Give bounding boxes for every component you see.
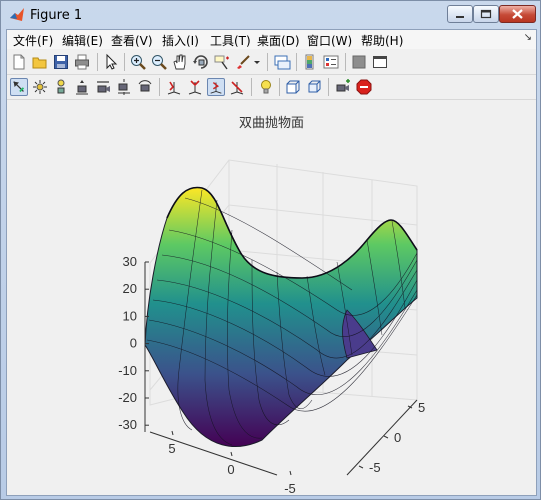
hyperbolic-paraboloid-surface	[144, 186, 418, 447]
orbit-camera-icon[interactable]	[31, 78, 49, 96]
menu-file[interactable]: 文件(F)	[13, 32, 53, 49]
open-file-icon[interactable]	[31, 53, 49, 71]
z-tick-label: -30	[118, 417, 137, 432]
figure-canvas[interactable]: 双曲抛物面 30 20 10 0 -10 -20 -30 5 0 -5 5 0 …	[7, 100, 536, 495]
brush-icon[interactable]	[234, 53, 252, 71]
pan-tilt-camera-icon[interactable]	[73, 78, 91, 96]
save-icon[interactable]	[52, 53, 70, 71]
matlab-logo-icon	[10, 8, 24, 21]
toolbar-separator	[345, 53, 346, 71]
insert-colorbar-icon[interactable]	[301, 53, 319, 71]
print-icon[interactable]	[73, 53, 91, 71]
orbit-scene-light-icon[interactable]	[52, 78, 70, 96]
toolbar-separator	[279, 78, 280, 96]
new-figure-icon[interactable]	[10, 53, 28, 71]
rotate-3d-icon[interactable]	[192, 53, 210, 71]
insert-legend-icon[interactable]	[322, 53, 340, 71]
minimize-button[interactable]	[447, 5, 473, 23]
show-plot-tools-icon[interactable]	[371, 53, 389, 71]
toolbar-separator	[267, 53, 268, 71]
z-axis: 30 20 10 0 -10 -20 -30	[118, 254, 149, 432]
no-principal-axis-icon[interactable]	[228, 78, 246, 96]
brush-dropdown-icon[interactable]	[252, 53, 262, 71]
menu-help[interactable]: 帮助(H)	[361, 32, 403, 49]
stop-camera-icon[interactable]	[355, 78, 373, 96]
toolbar-separator	[159, 78, 160, 96]
menu-window[interactable]: 窗口(W)	[307, 32, 352, 49]
x-principal-axis-icon[interactable]	[165, 78, 183, 96]
link-plot-icon[interactable]	[273, 53, 291, 71]
data-cursor-icon[interactable]	[213, 53, 231, 71]
x-tick-label: 5	[168, 441, 175, 456]
orthographic-projection-icon[interactable]	[284, 78, 302, 96]
figure-toolbar	[7, 50, 536, 75]
maximize-icon	[480, 9, 492, 19]
surface-axes[interactable]: 30 20 10 0 -10 -20 -30 5 0 -5 5 0 -5	[7, 100, 536, 495]
minimize-icon	[456, 16, 464, 18]
camera-toolbar	[7, 75, 536, 100]
toolbar-separator	[251, 78, 252, 96]
menu-view[interactable]: 查看(V)	[111, 32, 153, 49]
window-title: Figure 1	[30, 8, 83, 23]
y-axis: 5 0 -5	[346, 399, 425, 476]
close-button[interactable]	[499, 5, 536, 23]
reset-camera-icon[interactable]	[334, 78, 352, 96]
z-tick-label: 0	[130, 336, 137, 351]
perspective-projection-icon[interactable]	[305, 78, 323, 96]
tick-mark	[289, 470, 292, 476]
menu-bar: 文件(F) 编辑(E) 查看(V) 插入(I) 工具(T) 桌面(D) 窗口(W…	[7, 30, 536, 49]
menu-tools[interactable]: 工具(T)	[210, 32, 251, 49]
z-tick-label: 30	[123, 254, 137, 269]
figure-client-area: 文件(F) 编辑(E) 查看(V) 插入(I) 工具(T) 桌面(D) 窗口(W…	[6, 29, 537, 496]
menu-edit[interactable]: 编辑(E)	[62, 32, 103, 49]
hide-plot-tools-icon[interactable]	[350, 53, 368, 71]
toolbar-separator	[296, 53, 297, 71]
tick-mark	[171, 430, 174, 436]
z-tick-label: -10	[118, 363, 137, 378]
pointer-icon[interactable]	[102, 53, 120, 71]
close-icon	[512, 9, 523, 19]
toolbar-separator	[97, 53, 98, 71]
y-principal-axis-icon[interactable]	[186, 78, 204, 96]
zoom-out-icon[interactable]	[150, 53, 168, 71]
y-tick-label: 0	[394, 430, 401, 445]
z-tick-label: -20	[118, 390, 137, 405]
dolly-camera-icon[interactable]	[115, 78, 133, 96]
menu-desktop[interactable]: 桌面(D)	[257, 32, 300, 49]
tick-mark	[230, 451, 233, 457]
move-camera-icon[interactable]	[94, 78, 112, 96]
x-tick-label: 0	[227, 462, 234, 477]
tick-mark	[358, 465, 364, 469]
tick-mark	[383, 435, 389, 439]
y-tick-label: -5	[369, 460, 381, 475]
z-tick-label: 20	[123, 281, 137, 296]
menu-overflow-icon[interactable]: ↘	[524, 32, 532, 43]
y-tick-label: 5	[418, 400, 425, 415]
toolbar-separator	[328, 78, 329, 96]
toolbar-separator	[124, 53, 125, 71]
z-tick-label: 10	[123, 308, 137, 323]
title-bar[interactable]: Figure 1	[1, 1, 540, 29]
menu-insert[interactable]: 插入(I)	[162, 32, 199, 49]
roll-camera-icon[interactable]	[136, 78, 154, 96]
figure-window: Figure 1 文件(F) 编辑(E) 查看(V) 插入(I) 工具(T) 桌…	[0, 0, 541, 500]
toggle-scene-light-icon[interactable]	[257, 78, 275, 96]
maximize-button[interactable]	[473, 5, 499, 23]
x-tick-label: -5	[284, 481, 296, 495]
z-principal-axis-icon[interactable]	[207, 78, 225, 96]
edit-plot-icon[interactable]	[10, 78, 28, 96]
zoom-in-icon[interactable]	[129, 53, 147, 71]
pan-hand-icon[interactable]	[171, 53, 189, 71]
